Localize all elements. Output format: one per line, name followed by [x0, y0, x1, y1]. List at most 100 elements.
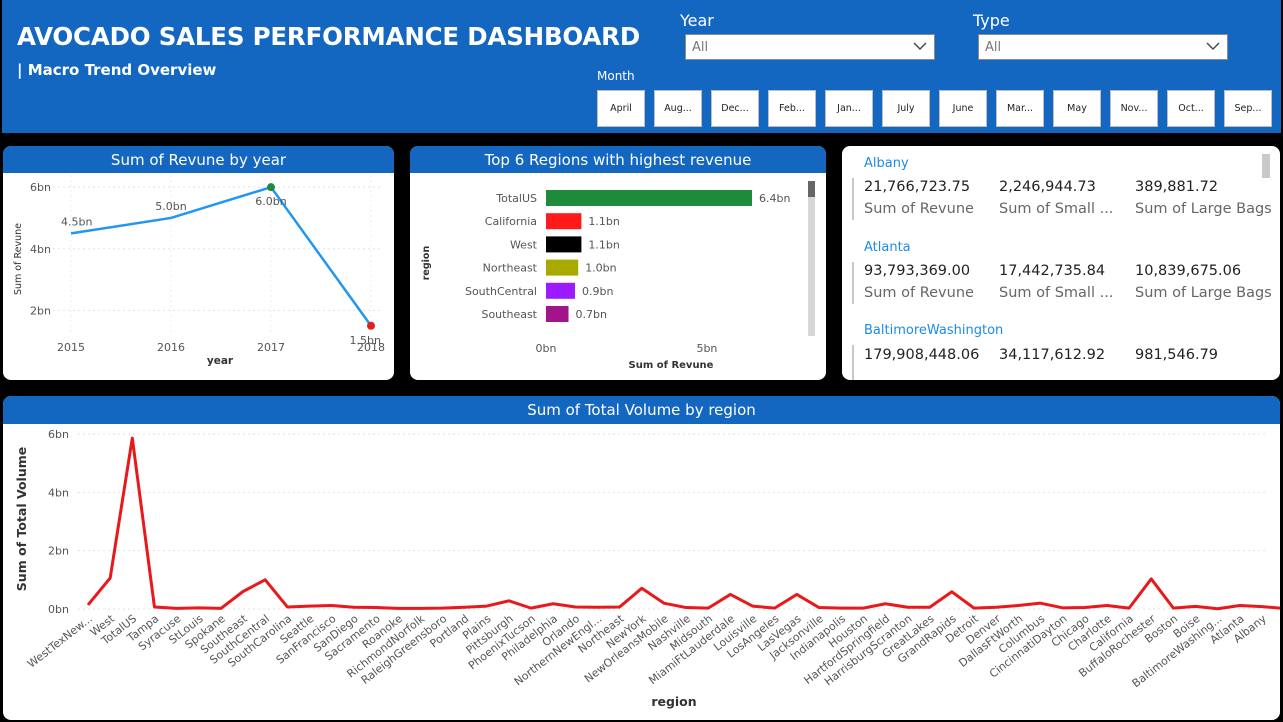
revenue-by-year-panel: Sum of Revune by year 2bn 4bn 6bn 2015 2016 2… [3, 146, 394, 380]
card-region-name[interactable]: BaltimoreWashington [864, 323, 1003, 338]
x-tick-label: 2016 [157, 341, 185, 354]
region-category-label: TotalUS [495, 192, 537, 205]
card-large-bags-value: 10,839,675.06 [1135, 263, 1242, 279]
x-axis-title: year [207, 355, 234, 367]
year-dropdown[interactable]: All [685, 34, 935, 60]
card-revenue-label: Sum of Revune [864, 201, 974, 217]
x-tick-label: 5bn [696, 342, 717, 355]
y-tick-label: 6bn [48, 428, 69, 441]
y-tick-label: 4bn [48, 486, 69, 499]
month-button-jan[interactable]: Jan... [825, 90, 873, 127]
card-region-name[interactable]: Atlanta [864, 240, 911, 255]
bar-value-label: 0.9bn [582, 285, 613, 298]
type-dropdown[interactable]: All [978, 34, 1228, 60]
top-regions-panel: Top 6 Regions with highest revenue Total… [410, 146, 826, 380]
dashboard-header: AVOCADO SALES PERFORMANCE DASHBOARD | Ma… [2, 0, 1281, 133]
card-divider [852, 262, 854, 304]
data-label: 1.5bn [350, 334, 381, 347]
card-large-bags-value: 389,881.72 [1135, 179, 1219, 195]
x-tick-label: 2015 [57, 341, 85, 354]
region-category-label: California [485, 215, 537, 228]
month-button-oct[interactable]: Oct... [1167, 90, 1215, 127]
type-dropdown-value: All [985, 40, 1002, 55]
region-category-label: West [510, 238, 538, 251]
card-divider [852, 178, 854, 220]
y-tick-label: 2bn [48, 545, 69, 558]
month-button-sep[interactable]: Sep... [1224, 90, 1272, 127]
revenue-by-year-chart: 2bn4bn6bn2015 2016 2017 20184.5bn5.0bn 6.0bn… [13, 175, 385, 367]
card-small-bags-value: 34,117,612.92 [999, 347, 1106, 363]
region-bar [546, 213, 582, 230]
type-filter-label: Type [973, 11, 1010, 30]
y-tick-label: 6bn [30, 181, 51, 194]
revenue-by-year-title: Sum of Revune by year [3, 146, 394, 173]
data-label: 6.0bn [255, 195, 286, 208]
month-filter-label: Month [597, 69, 635, 83]
card-revenue-value: 179,908,448.06 [864, 347, 980, 363]
card-large-bags-label: Sum of Large Bags [1135, 285, 1272, 301]
month-button-may[interactable]: May [1053, 90, 1101, 127]
volume-by-region-title: Sum of Total Volume by region [3, 396, 1280, 424]
card-small-bags-label: Sum of Small ... [999, 285, 1114, 301]
y-axis-title: Sum of Total Volume [14, 447, 29, 591]
region-bar [546, 306, 569, 322]
month-button-mar[interactable]: Mar... [996, 90, 1044, 127]
page-subtitle: | Macro Trend Overview [17, 61, 217, 79]
chart-scroll-track [808, 181, 815, 336]
card-region-name[interactable]: Albany [864, 156, 909, 171]
year-dropdown-value: All [692, 40, 709, 55]
x-tick-label: 0bn [536, 342, 557, 355]
month-button-aug[interactable]: Aug... [654, 90, 702, 127]
month-button-dec[interactable]: Dec... [711, 90, 759, 127]
region-category-label: SouthCentral [465, 285, 537, 298]
month-button-april[interactable]: April [597, 90, 645, 127]
chevron-down-icon [1206, 42, 1220, 50]
card-small-bags-label: Sum of Small ... [999, 201, 1114, 217]
dashboard-root: AVOCADO SALES PERFORMANCE DASHBOARD | Ma… [0, 0, 1283, 722]
month-button-nov[interactable]: Nov... [1110, 90, 1158, 127]
y-tick-label: 0bn [48, 603, 69, 616]
y-axis-title: region [421, 246, 432, 281]
volume-by-region-chart: 0bn2bn4bn6bnWestTexNew...WestTotalUSTamp… [14, 428, 1280, 709]
top-regions-title: Top 6 Regions with highest revenue [410, 146, 826, 173]
bar-value-label: 0.7bn [576, 308, 607, 321]
region-bar [546, 190, 752, 206]
chevron-down-icon [913, 42, 927, 50]
revenue-line [70, 185, 373, 327]
bar-value-label: 6.4bn [759, 192, 790, 205]
y-tick-label: 2bn [30, 304, 51, 317]
card-small-bags-value: 17,442,735.84 [999, 263, 1106, 279]
region-bar [546, 259, 579, 276]
card-revenue-label: Sum of Revune [864, 285, 974, 301]
x-tick-label: 2017 [257, 341, 285, 354]
month-button-july[interactable]: July [882, 90, 930, 127]
page-title: AVOCADO SALES PERFORMANCE DASHBOARD [17, 22, 640, 51]
bar-value-label: 1.0bn [585, 262, 616, 275]
month-button-feb[interactable]: Feb... [768, 90, 816, 127]
cards-scrollbar[interactable] [1262, 154, 1270, 178]
data-label: 5.0bn [155, 200, 186, 213]
region-cards-panel: Albany 21,766,723.75 2,246,944.73 389,88… [842, 146, 1280, 380]
min-point-marker [367, 321, 375, 330]
region-category-label: Southeast [481, 308, 537, 321]
card-divider [852, 345, 854, 380]
card-large-bags-value: 981,546.79 [1135, 347, 1219, 363]
region-category-label: Northeast [483, 262, 538, 275]
region-bar [546, 236, 582, 253]
y-tick-label: 4bn [30, 243, 51, 256]
card-large-bags-label: Sum of Large Bags [1135, 201, 1272, 217]
y-axis-title: Sum of Revune [13, 223, 24, 295]
volume-line [86, 436, 1280, 611]
year-filter-label: Year [680, 11, 714, 30]
bar-value-label: 1.1bn [588, 238, 619, 251]
card-small-bags-value: 2,246,944.73 [999, 179, 1096, 195]
x-tick-label: WestTexNew... [25, 612, 95, 671]
region-bar [546, 282, 575, 299]
chart-scroll-thumb [808, 181, 815, 197]
month-button-june[interactable]: June [939, 90, 987, 127]
x-axis-title: Sum of Revune [629, 360, 714, 371]
top-regions-chart: TotalUS 6.4bn California 1.1bn West 1.1bn Nort… [421, 181, 815, 371]
card-revenue-value: 93,793,369.00 [864, 263, 971, 279]
card-revenue-value: 21,766,723.75 [864, 179, 971, 195]
data-label: 4.5bn [61, 215, 92, 228]
